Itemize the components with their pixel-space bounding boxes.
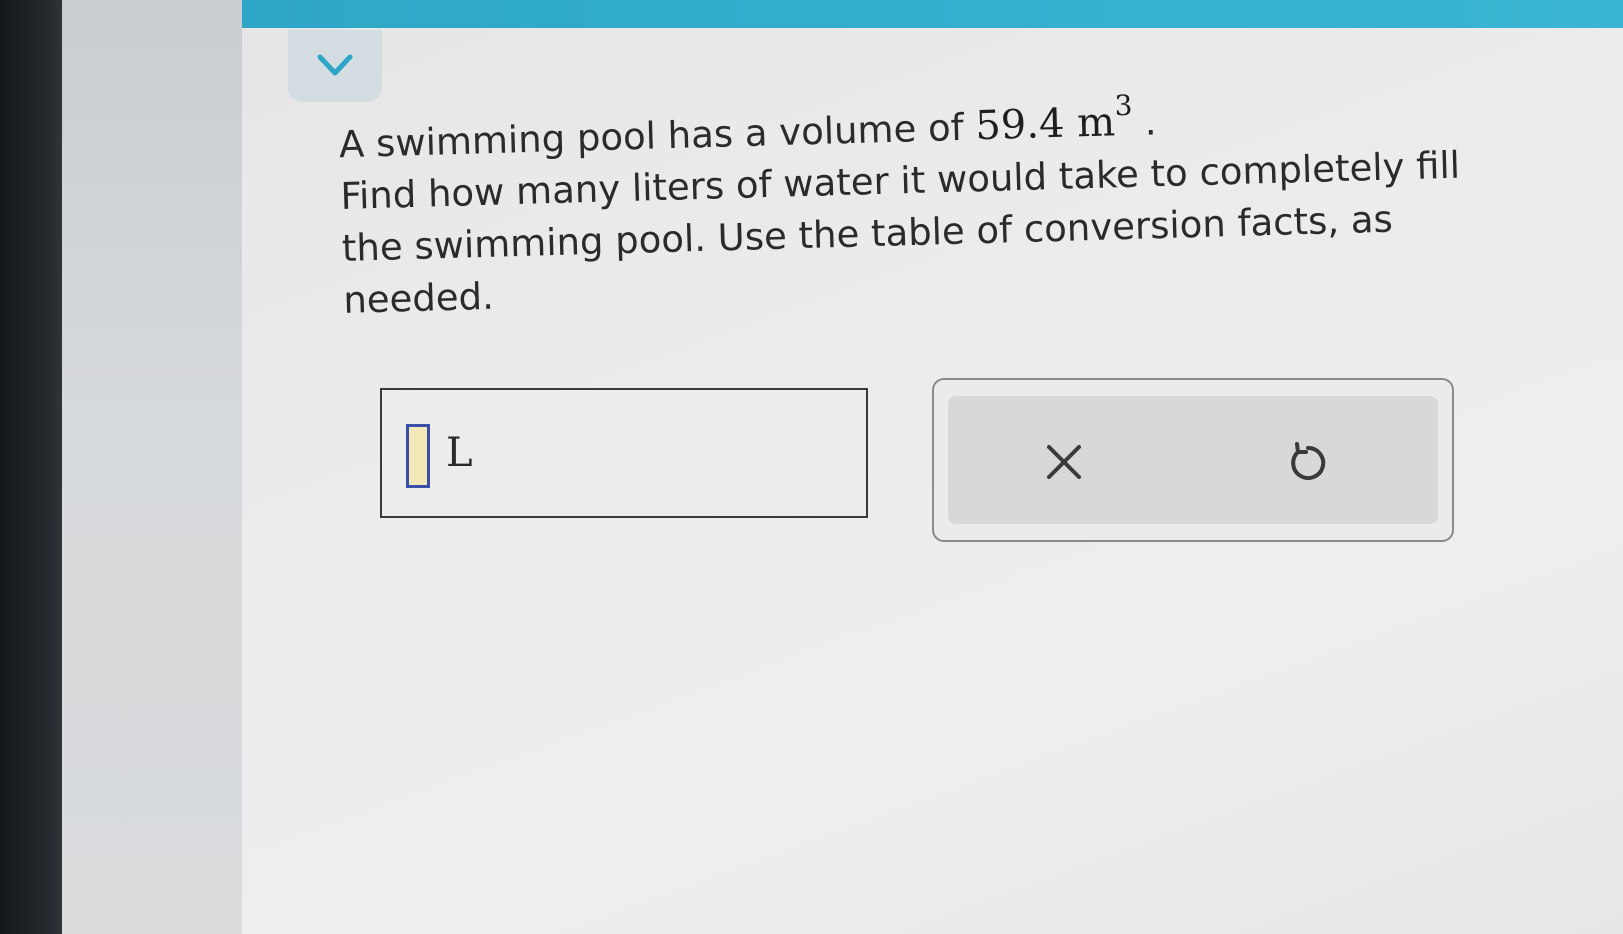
- screen: A swimming pool has a volume of 59.4 m3 …: [0, 0, 1623, 934]
- clear-button[interactable]: [1032, 430, 1096, 494]
- question-text: A swimming pool has a volume of 59.4 m3 …: [338, 76, 1484, 327]
- volume-exponent: 3: [1114, 88, 1133, 123]
- collapse-button[interactable]: [288, 30, 382, 102]
- monitor-bezel: [0, 0, 62, 934]
- chevron-down-icon: [317, 54, 353, 76]
- volume-unit: m: [1076, 99, 1116, 147]
- reset-button[interactable]: [1274, 430, 1338, 494]
- volume-expression: 59.4 m3: [974, 89, 1134, 150]
- unit-label: L: [446, 430, 473, 476]
- volume-value: 59.4: [974, 101, 1066, 150]
- top-bar: [242, 0, 1623, 28]
- action-toolbar: [948, 396, 1438, 524]
- close-icon: [1047, 445, 1081, 479]
- answer-input[interactable]: [406, 424, 430, 488]
- answer-box: L: [380, 388, 868, 518]
- action-panel: [932, 378, 1454, 542]
- content-area: A swimming pool has a volume of 59.4 m3 …: [242, 0, 1623, 934]
- question-body: Find how many liters of water it would t…: [339, 144, 1461, 323]
- undo-icon: [1291, 442, 1326, 480]
- question-period: .: [1144, 100, 1157, 144]
- left-panel: [62, 0, 242, 934]
